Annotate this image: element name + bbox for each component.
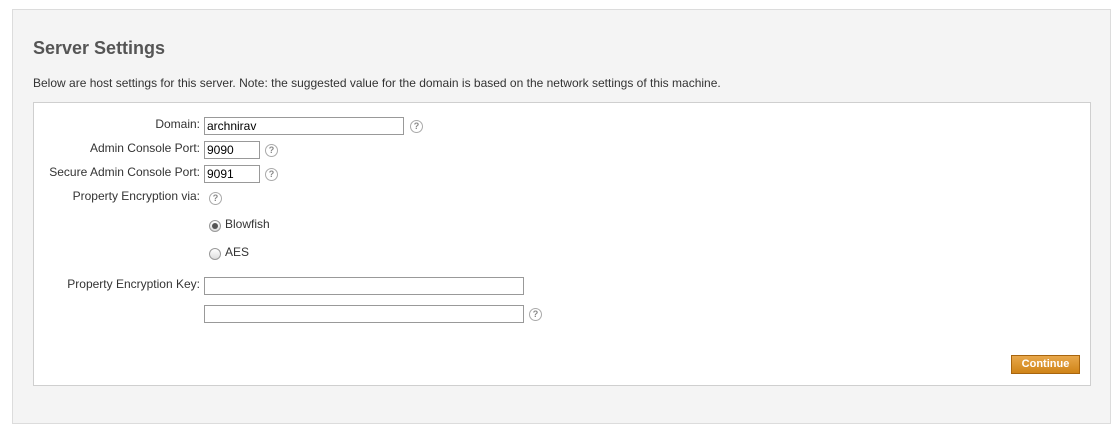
encryption-method-help-icon[interactable]: ? bbox=[209, 192, 222, 205]
encryption-method-label: Property Encryption via: bbox=[72, 189, 200, 203]
aes-radio-label[interactable]: AES bbox=[225, 245, 249, 259]
domain-help-icon[interactable]: ? bbox=[410, 120, 423, 133]
encryption-key-input[interactable] bbox=[204, 277, 524, 295]
page-title: Server Settings bbox=[33, 38, 166, 58]
blowfish-radio[interactable] bbox=[209, 220, 221, 232]
aes-radio[interactable] bbox=[209, 248, 221, 260]
admin-port-input[interactable] bbox=[204, 141, 260, 159]
encryption-key-help-icon[interactable]: ? bbox=[529, 308, 542, 321]
admin-port-label: Admin Console Port: bbox=[89, 141, 200, 155]
domain-input[interactable] bbox=[204, 117, 404, 135]
page-description: Below are host settings for this server.… bbox=[33, 76, 721, 90]
admin-port-help-icon[interactable]: ? bbox=[265, 144, 278, 157]
secure-port-label: Secure Admin Console Port: bbox=[49, 165, 200, 179]
domain-label: Domain: bbox=[155, 117, 200, 131]
secure-port-input[interactable] bbox=[204, 165, 260, 183]
blowfish-radio-label[interactable]: Blowfish bbox=[225, 217, 270, 231]
continue-button[interactable]: Continue bbox=[1011, 355, 1080, 374]
secure-port-help-icon[interactable]: ? bbox=[265, 168, 278, 181]
encryption-key-confirm-input[interactable] bbox=[204, 305, 524, 323]
encryption-key-label: Property Encryption Key: bbox=[67, 277, 200, 291]
